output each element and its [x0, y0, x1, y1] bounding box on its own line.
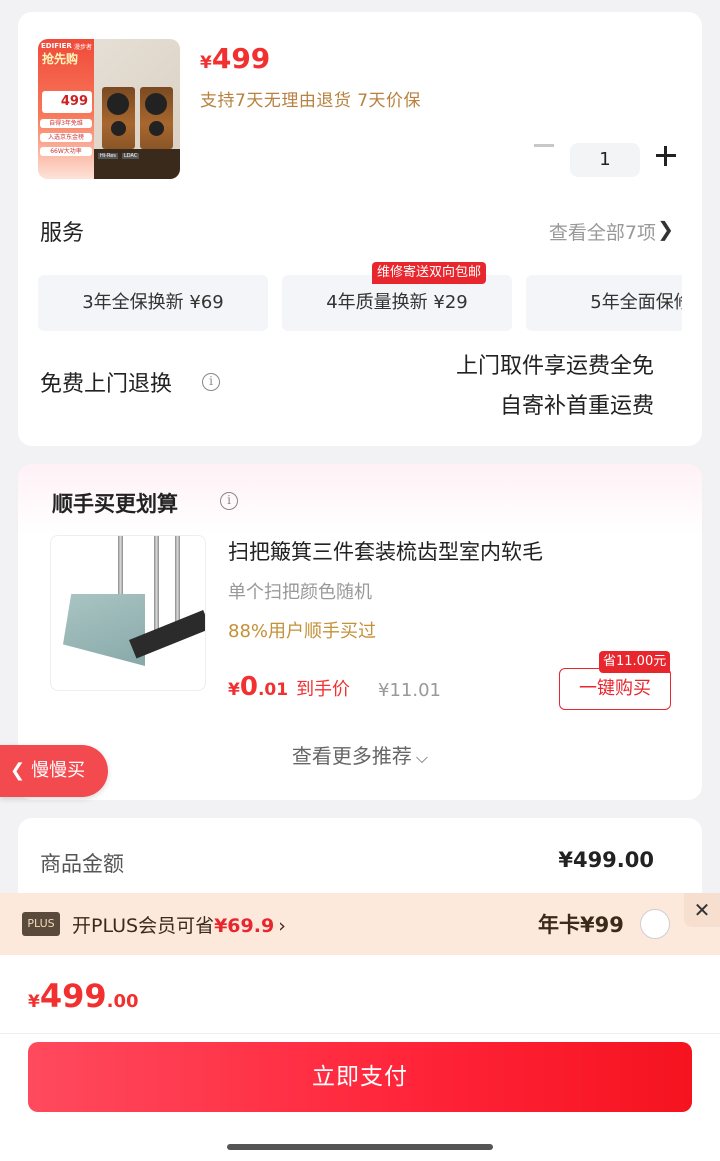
speaker-right [140, 87, 173, 149]
plus-offer[interactable]: 开PLUS会员可省¥69.9 › [72, 911, 286, 938]
product-image-brand: EDIFIER [41, 42, 72, 50]
save-badge: 省11.00元 [599, 651, 671, 673]
product-image-price: 499 [60, 94, 88, 109]
more-recommend-link[interactable]: 查看更多推荐 ⌵ [18, 740, 702, 769]
product-image-price-tag: 499 [42, 91, 92, 113]
product-card: EDIFIER 漫步者 抢先购 499 自得3年免维 入选京东金榜 66W大功率… [18, 12, 702, 446]
quantity-input[interactable]: 1 [570, 143, 640, 177]
total-price: ¥499.00 [28, 977, 139, 1015]
goods-amount-label: 商品金额 [40, 852, 124, 876]
free-return-line2: 自寄补首重运费 [499, 394, 654, 419]
total-currency: ¥ [28, 992, 40, 1012]
dustpan [63, 594, 145, 666]
recommend-title: 顺手买更划算 [52, 492, 178, 516]
services-view-all-link[interactable]: 查看全部7项 [549, 218, 656, 245]
product-image-badge: LDAC [122, 153, 140, 159]
divider [0, 1033, 720, 1034]
plus-banner[interactable]: PLUS 开PLUS会员可省¥69.9 › 年卡¥99 ✕ [0, 893, 720, 955]
slow-buy-label: 慢慢买 [31, 760, 86, 781]
recommend-price-label: 到手价 [296, 679, 351, 700]
recommend-item-name[interactable]: 扫把簸箕三件套装梳齿型室内软毛 [228, 536, 543, 566]
total-dec: .00 [106, 991, 139, 1012]
free-return-title: 免费上门退换 [40, 372, 173, 397]
product-price-value: 499 [211, 42, 271, 75]
product-guarantee: 支持7天无理由退货 7天价保 [200, 91, 422, 111]
recommend-price-int: 0 [239, 672, 258, 702]
total-int: 499 [39, 977, 107, 1015]
home-indicator[interactable] [227, 1144, 493, 1150]
recommend-item-sub: 单个扫把颜色随机 [228, 582, 372, 603]
info-icon[interactable]: i [220, 492, 238, 510]
close-icon[interactable]: ✕ [684, 893, 720, 927]
speaker-left [102, 87, 135, 149]
plus-offer-save: ¥69.9 [214, 915, 275, 937]
product-image[interactable]: EDIFIER 漫步者 抢先购 499 自得3年免维 入选京东金榜 66W大功率… [38, 39, 180, 179]
product-price-currency: ¥ [200, 53, 212, 73]
recommend-card: 顺手买更划算 i 扫把簸箕三件套装梳齿型室内软毛 单个扫把颜色随机 88%用户顺… [18, 464, 702, 800]
service-chip-badge: 维修寄送双向包邮 [372, 262, 487, 284]
plus-offer-text: 开PLUS会员可省 [72, 915, 215, 937]
service-chip-5yr[interactable]: 5年全面保修 [526, 275, 682, 331]
services-title: 服务 [40, 221, 85, 246]
quantity-increase-button[interactable] [656, 146, 676, 166]
quantity-decrease-button[interactable] [534, 144, 554, 147]
recommend-item-stat: 88%用户顺手买过 [228, 621, 377, 642]
recommend-item-price: ¥0.01 到手价 [228, 672, 350, 702]
plus-year-card: 年卡¥99 [538, 913, 624, 937]
broom-pole [175, 536, 180, 628]
chevron-right-icon: › [278, 915, 286, 937]
services-chip-list[interactable]: 3年全保换新 ¥69 4年质量换新 ¥29 5年全面保修 [38, 275, 682, 331]
chevron-left-icon: ❮ [10, 760, 26, 781]
plus-select-radio[interactable] [640, 909, 670, 939]
plus-logo: PLUS [22, 912, 60, 936]
recommend-price-dec: .01 [257, 680, 289, 700]
chevron-down-icon: ⌵ [415, 748, 429, 767]
product-image-tag: 入选京东金榜 [40, 133, 92, 142]
more-recommend-label: 查看更多推荐 [291, 744, 412, 768]
free-return-line1: 上门取件享运费全免 [455, 354, 654, 379]
product-image-tag: 自得3年免维 [40, 119, 92, 128]
info-icon[interactable]: i [202, 373, 220, 391]
recommend-price-currency: ¥ [228, 680, 240, 700]
recommend-item-image[interactable] [50, 535, 206, 691]
product-image-tag: 66W大功率 [40, 147, 92, 156]
product-image-promo: 抢先购 [42, 52, 79, 66]
recommend-original-price: ¥11.01 [378, 680, 441, 701]
slow-buy-tab[interactable]: ❮ 慢慢买 [0, 745, 108, 797]
chevron-right-icon[interactable]: ❯ [657, 217, 674, 241]
service-chip-3yr[interactable]: 3年全保换新 ¥69 [38, 275, 268, 331]
product-price: ¥499 [200, 42, 270, 75]
one-click-buy-button[interactable]: 一键购买 [559, 668, 671, 710]
pay-now-button[interactable]: 立即支付 [28, 1042, 692, 1112]
product-image-badge: Hi-Res [98, 153, 118, 159]
product-image-brand-sub: 漫步者 [74, 44, 93, 51]
goods-amount-value: ¥499.00 [558, 848, 654, 872]
broom-pole [154, 536, 159, 636]
checkout-bar: ¥499.00 立即支付 [0, 955, 720, 1161]
